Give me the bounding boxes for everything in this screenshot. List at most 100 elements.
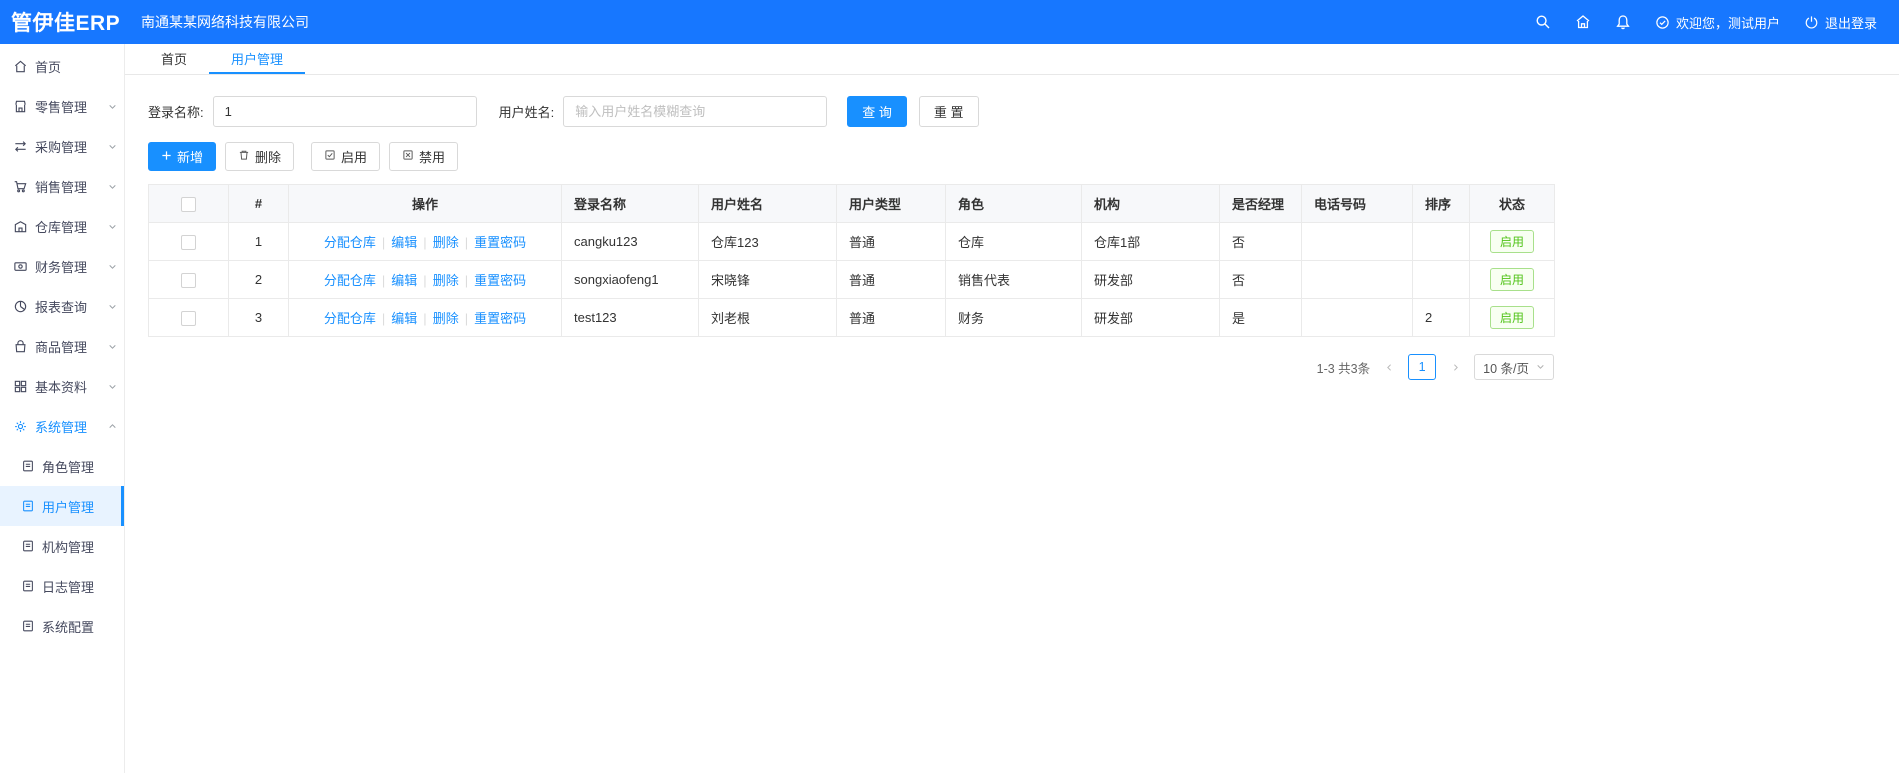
col-user-name: 用户姓名 [698, 184, 837, 223]
logout-label: 退出登录 [1824, 15, 1877, 31]
user-name-label: 用户姓名: [498, 105, 555, 120]
col-login-name: 登录名称 [561, 184, 699, 223]
add-button[interactable]: 新增 [148, 142, 217, 171]
row-checkbox[interactable] [181, 272, 196, 288]
chevron-down-icon [108, 342, 117, 351]
login-name-cell: songxiaofeng1 [561, 260, 699, 299]
bag-icon [13, 339, 28, 354]
user-type-cell: 普通 [836, 222, 946, 261]
sidebar-item-goods[interactable]: 商品管理 [0, 326, 124, 366]
search-form: 登录名称: 用户姓名: 查 询 重 置 [148, 96, 1899, 127]
edit-link[interactable]: 编辑 [391, 273, 417, 288]
sidebar-item-role-management[interactable]: 角色管理 [0, 446, 124, 486]
is-manager-cell: 否 [1219, 260, 1302, 299]
chevron-down-icon [108, 182, 117, 191]
assign-warehouse-link[interactable]: 分配仓库 [324, 311, 376, 326]
sidebar-item-finance[interactable]: 财务管理 [0, 246, 124, 286]
sidebar-item-purchase[interactable]: 采购管理 [0, 126, 124, 166]
main-panel: 首页 用户管理 登录名称: 用户姓名: 查 询 重 置 新增 [125, 44, 1899, 773]
sidebar-item-label: 机构管理 [42, 539, 95, 555]
login-name-cell: cangku123 [561, 222, 699, 261]
operations-cell: 分配仓库 | 编辑 | 删除 | 重置密码 [288, 222, 562, 261]
app-logo: 管伊佳ERP [11, 12, 121, 35]
money-icon [13, 259, 28, 274]
sort-cell [1412, 260, 1470, 299]
reset-button[interactable]: 重 置 [918, 96, 979, 127]
tab-home[interactable]: 首页 [139, 44, 209, 74]
org-cell: 仓库1部 [1081, 222, 1220, 261]
tab-user-management[interactable]: 用户管理 [209, 44, 306, 74]
sidebar-item-system-config[interactable]: 系统配置 [0, 606, 124, 646]
status-badge[interactable]: 启用 [1489, 230, 1534, 253]
reset-password-link[interactable]: 重置密码 [474, 273, 526, 288]
next-page-button[interactable] [1445, 354, 1465, 380]
link-separator: | [464, 235, 469, 250]
sidebar-item-sales[interactable]: 销售管理 [0, 166, 124, 206]
plus-icon [161, 149, 172, 164]
disable-button[interactable]: 禁用 [389, 142, 459, 171]
welcome-text: 欢迎您，测试用户 [1675, 15, 1780, 31]
x-square-icon [402, 149, 414, 164]
user-name-cell: 仓库123 [698, 222, 837, 261]
delete-button[interactable]: 删除 [225, 142, 295, 171]
user-name-input[interactable] [563, 96, 828, 127]
status-badge[interactable]: 启用 [1489, 306, 1534, 329]
row-index: 2 [228, 260, 289, 299]
sidebar-item-basic-data[interactable]: 基本资料 [0, 366, 124, 406]
reset-password-link[interactable]: 重置密码 [474, 311, 526, 326]
chevron-down-icon [108, 382, 117, 391]
chevron-down-icon [1536, 360, 1545, 374]
col-status: 状态 [1469, 184, 1555, 223]
assign-warehouse-link[interactable]: 分配仓库 [324, 273, 376, 288]
chevron-down-icon [108, 102, 117, 111]
col-org: 机构 [1081, 184, 1220, 223]
user-name-cell: 宋晓锋 [698, 260, 837, 299]
col-is-manager: 是否经理 [1219, 184, 1302, 223]
sort-cell: 2 [1412, 298, 1470, 337]
chevron-down-icon [108, 302, 117, 311]
home-icon[interactable] [1575, 14, 1591, 30]
sidebar-item-system[interactable]: 系统管理 [0, 406, 124, 446]
login-name-label: 登录名称: [148, 105, 204, 120]
user-type-cell: 普通 [836, 260, 946, 299]
role-cell: 财务 [945, 298, 1082, 337]
bell-icon[interactable] [1615, 14, 1631, 30]
document-icon [21, 459, 35, 473]
prev-page-button[interactable] [1379, 354, 1399, 380]
delete-link[interactable]: 删除 [433, 235, 459, 250]
edit-link[interactable]: 编辑 [391, 235, 417, 250]
sidebar-item-reports[interactable]: 报表查询 [0, 286, 124, 326]
chevron-up-icon [108, 422, 117, 431]
sidebar-item-org-management[interactable]: 机构管理 [0, 526, 124, 566]
row-checkbox[interactable] [181, 310, 196, 326]
sidebar-item-label: 系统配置 [42, 619, 95, 635]
user-check-circle-icon [1655, 15, 1670, 30]
reset-password-link[interactable]: 重置密码 [474, 235, 526, 250]
sidebar-item-user-management[interactable]: 用户管理 [0, 486, 124, 526]
row-index: 1 [228, 222, 289, 261]
select-all-checkbox[interactable] [181, 196, 196, 212]
phone-cell [1301, 298, 1413, 337]
link-separator: | [423, 311, 427, 326]
sidebar-item-warehouse[interactable]: 仓库管理 [0, 206, 124, 246]
sidebar-item-home[interactable]: 首页 [0, 46, 124, 86]
enable-button[interactable]: 启用 [311, 142, 381, 171]
page-number-button[interactable]: 1 [1408, 354, 1437, 380]
is-manager-cell: 是 [1219, 298, 1302, 337]
edit-link[interactable]: 编辑 [391, 311, 417, 326]
query-button[interactable]: 查 询 [847, 96, 907, 127]
page-size-select[interactable]: 10 条/页 [1474, 354, 1554, 380]
sidebar-item-log-management[interactable]: 日志管理 [0, 566, 124, 606]
welcome-user[interactable]: 欢迎您，测试用户 [1655, 13, 1780, 32]
search-icon[interactable] [1535, 14, 1551, 30]
delete-link[interactable]: 删除 [433, 273, 459, 288]
login-name-input[interactable] [212, 96, 477, 127]
delete-link[interactable]: 删除 [433, 311, 459, 326]
assign-warehouse-link[interactable]: 分配仓库 [324, 235, 376, 250]
status-badge[interactable]: 启用 [1489, 268, 1534, 291]
sidebar-item-retail[interactable]: 零售管理 [0, 86, 124, 126]
header-actions: 欢迎您，测试用户 退出登录 [1535, 13, 1899, 32]
row-checkbox[interactable] [181, 234, 196, 250]
table-row: 3 分配仓库 | 编辑 | 删除 | 重置密码 test123 刘老根 普通 财务 研发部 … [148, 298, 1555, 337]
logout-button[interactable]: 退出登录 [1804, 13, 1877, 32]
